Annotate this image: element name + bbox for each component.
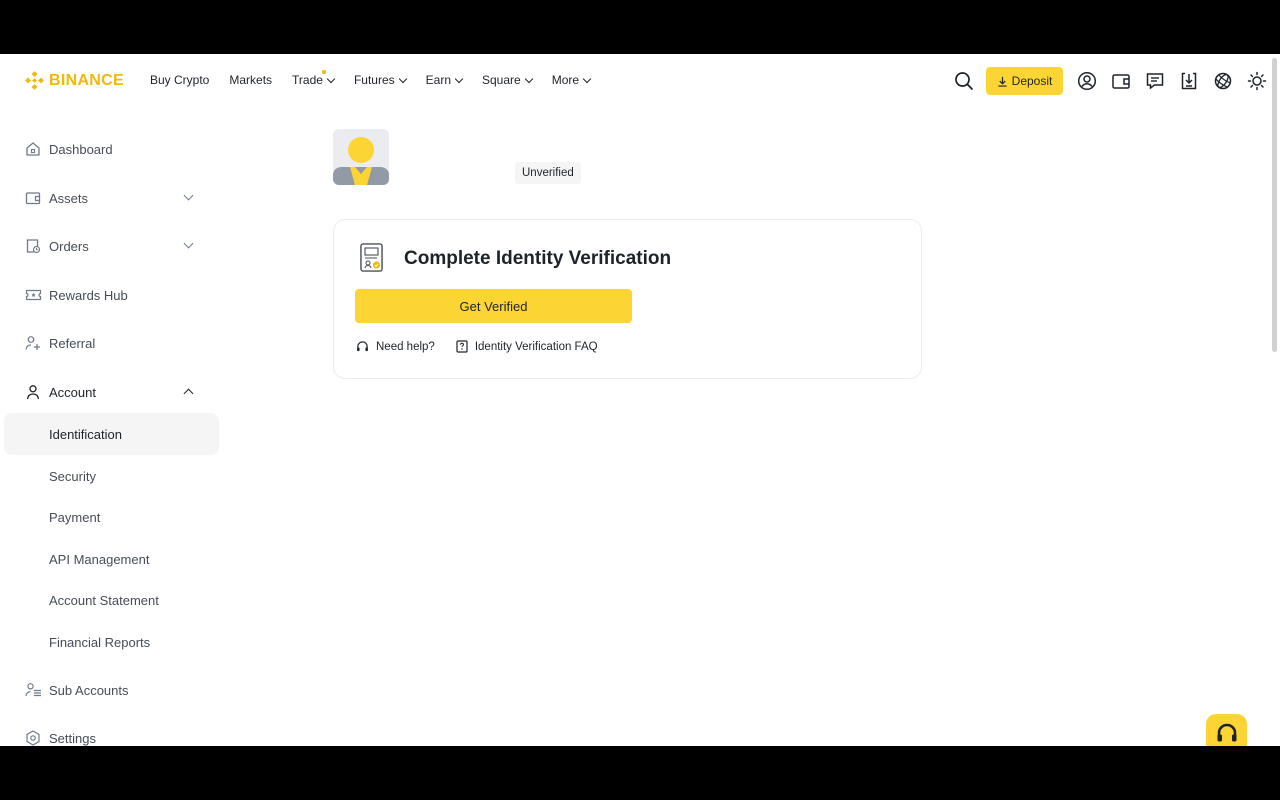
sidebar-item-referral[interactable]: Referral bbox=[0, 323, 215, 363]
search-icon[interactable] bbox=[953, 70, 975, 92]
sidebar-subitem-identification[interactable]: Identification bbox=[4, 413, 219, 455]
app-download-icon[interactable] bbox=[1178, 70, 1200, 92]
wallet-icon bbox=[24, 189, 42, 207]
headset-icon bbox=[1217, 723, 1236, 742]
add-user-icon bbox=[24, 334, 42, 352]
need-help-label: Need help? bbox=[376, 340, 435, 353]
deposit-button[interactable]: Deposit bbox=[986, 67, 1063, 95]
sidebar-item-label: Security bbox=[49, 468, 96, 484]
chevron-down-icon bbox=[398, 74, 407, 83]
sidebar-item-label: Dashboard bbox=[49, 141, 113, 157]
orders-icon bbox=[24, 237, 42, 255]
sidebar-item-account[interactable]: Account bbox=[0, 372, 215, 412]
brand-name: BINANCE bbox=[49, 71, 124, 89]
sidebar-item-settings[interactable]: Settings bbox=[0, 718, 215, 746]
nav-markets[interactable]: Markets bbox=[229, 73, 272, 87]
sidebar-item-orders[interactable]: Orders bbox=[0, 226, 215, 266]
sun-icon[interactable] bbox=[1246, 70, 1268, 92]
sidebar-item-label: Settings bbox=[49, 730, 96, 746]
sidebar-subitem-account-statement[interactable]: Account Statement bbox=[4, 579, 219, 621]
avatar bbox=[333, 129, 389, 185]
sidebar-item-label: API Management bbox=[49, 551, 150, 567]
sidebar-item-label: Sub Accounts bbox=[49, 682, 129, 698]
sidebar-item-dashboard[interactable]: Dashboard bbox=[0, 129, 215, 169]
sidebar-subitem-security[interactable]: Security bbox=[4, 455, 219, 497]
sidebar-item-label: Financial Reports bbox=[49, 634, 151, 650]
app-viewport: BINANCE Buy Crypto Markets Trade Futures… bbox=[0, 54, 1280, 746]
sidebar-subitem-financial-reports[interactable]: Financial Reports bbox=[4, 621, 219, 663]
card-title: Complete Identity Verification bbox=[404, 248, 672, 269]
sidebar-item-label: Referral bbox=[49, 335, 96, 351]
notification-dot bbox=[322, 70, 327, 74]
sidebar-subitem-payment[interactable]: Payment bbox=[4, 496, 219, 538]
nav-label: Trade bbox=[292, 73, 323, 87]
binance-logo-icon bbox=[25, 71, 44, 90]
sidebar-item-label: Payment bbox=[49, 509, 101, 525]
headset-icon bbox=[357, 341, 368, 352]
ticket-icon bbox=[24, 286, 42, 304]
message-icon[interactable] bbox=[1144, 70, 1166, 92]
sub-accounts-icon bbox=[24, 681, 42, 699]
get-verified-label: Get Verified bbox=[459, 298, 528, 314]
nav-actions: Deposit bbox=[941, 67, 1268, 95]
sidebar-item-label: Assets bbox=[49, 190, 89, 206]
settings-icon bbox=[24, 729, 42, 746]
faq-label: Identity Verification FAQ bbox=[474, 340, 598, 353]
sidebar-item-rewards-hub[interactable]: Rewards Hub bbox=[0, 275, 215, 315]
sidebar-item-sub-accounts[interactable]: Sub Accounts bbox=[0, 670, 215, 710]
need-help-link[interactable]: Need help? bbox=[356, 340, 435, 353]
sidebar-item-label: Identification bbox=[49, 426, 122, 442]
get-verified-button[interactable]: Get Verified bbox=[355, 289, 632, 323]
sidebar-item-label: Orders bbox=[49, 238, 89, 254]
scrollbar-thumb[interactable] bbox=[1272, 58, 1277, 352]
sidebar-subitem-api-management[interactable]: API Management bbox=[4, 538, 219, 580]
nav-futures[interactable]: Futures bbox=[353, 73, 407, 87]
faq-link[interactable]: Identity Verification FAQ bbox=[456, 340, 598, 353]
nav-label: Earn bbox=[425, 73, 451, 87]
scrollbar[interactable] bbox=[1268, 54, 1280, 746]
verification-card: Complete Identity Verification Get Verif… bbox=[333, 219, 922, 379]
wallet-icon[interactable] bbox=[1110, 70, 1132, 92]
nav-trade[interactable]: Trade bbox=[292, 70, 336, 87]
nav-label: Markets bbox=[229, 73, 273, 87]
nav-buy-crypto[interactable]: Buy Crypto bbox=[150, 73, 209, 87]
sidebar-item-label: Rewards Hub bbox=[49, 287, 128, 303]
id-document-icon bbox=[358, 242, 388, 274]
sidebar-item-assets[interactable]: Assets bbox=[0, 178, 215, 218]
help-links: Need help? Identity Verification FAQ bbox=[356, 340, 619, 353]
nav-label: More bbox=[551, 73, 580, 87]
faq-document-icon bbox=[456, 340, 468, 353]
nav-earn[interactable]: Earn bbox=[425, 73, 464, 87]
binance-logo[interactable]: BINANCE bbox=[25, 71, 124, 90]
download-arrow-icon bbox=[998, 76, 1007, 87]
chevron-down-icon bbox=[326, 74, 336, 83]
chevron-down-icon bbox=[524, 74, 533, 83]
nav-label: Buy Crypto bbox=[150, 73, 210, 87]
support-chat-button[interactable] bbox=[1206, 714, 1247, 746]
chevron-down-icon bbox=[183, 238, 194, 249]
chevron-down-icon bbox=[582, 74, 592, 83]
user-icon bbox=[24, 383, 42, 401]
nav-label: Futures bbox=[353, 73, 395, 87]
sidebar-item-label: Account Statement bbox=[49, 592, 159, 608]
deposit-label: Deposit bbox=[1011, 74, 1053, 88]
nav-square[interactable]: Square bbox=[482, 73, 533, 87]
sidebar-item-label: Account bbox=[49, 384, 96, 400]
nav-more[interactable]: More bbox=[551, 73, 592, 87]
top-navigation: BINANCE Buy Crypto Markets Trade Futures… bbox=[0, 54, 1268, 108]
globe-icon[interactable] bbox=[1212, 70, 1234, 92]
user-circle-icon[interactable] bbox=[1076, 70, 1098, 92]
main-menu: Buy Crypto Markets Trade Futures Earn Sq… bbox=[150, 70, 610, 87]
home-icon bbox=[24, 140, 42, 158]
chevron-down-icon bbox=[454, 74, 464, 83]
nav-label: Square bbox=[482, 73, 521, 87]
status-badge: Unverified bbox=[515, 162, 581, 184]
chevron-down-icon bbox=[183, 190, 194, 201]
chevron-up-icon bbox=[183, 388, 194, 399]
